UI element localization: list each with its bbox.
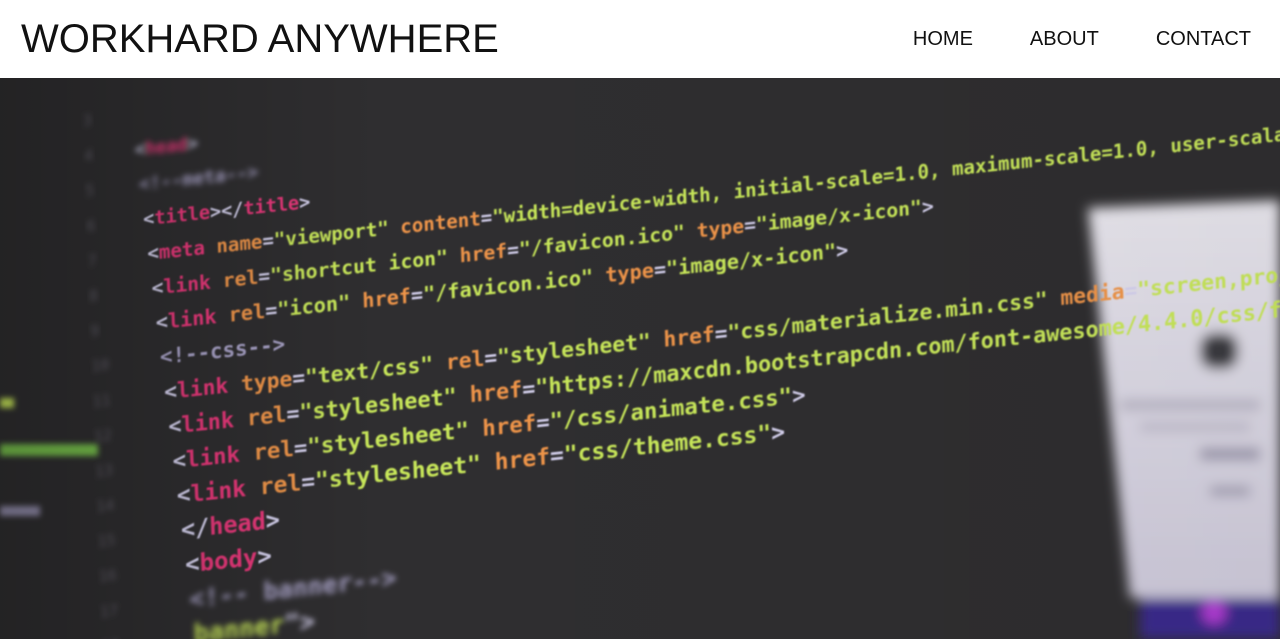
nav-link-contact[interactable]: CONTACT xyxy=(1156,28,1251,51)
site-brand[interactable]: WORKHARD ANYWHERE xyxy=(21,19,499,59)
nav-link-about[interactable]: ABOUT xyxy=(1030,28,1099,51)
top-navbar: WORKHARD ANYWHERE HOME ABOUT CONTACT xyxy=(0,0,1280,78)
nav-links: HOME ABOUT CONTACT xyxy=(913,28,1251,51)
page: WORKHARD ANYWHERE HOME ABOUT CONTACT xyxy=(0,0,1280,639)
code-editor-photo: 34<head>5<!--meta-->6<title></title>7<me… xyxy=(0,78,1280,639)
nav-link-home[interactable]: HOME xyxy=(913,28,973,51)
vignette-overlay xyxy=(0,78,1280,639)
hero-banner-image: 34<head>5<!--meta-->6<title></title>7<me… xyxy=(0,78,1280,639)
